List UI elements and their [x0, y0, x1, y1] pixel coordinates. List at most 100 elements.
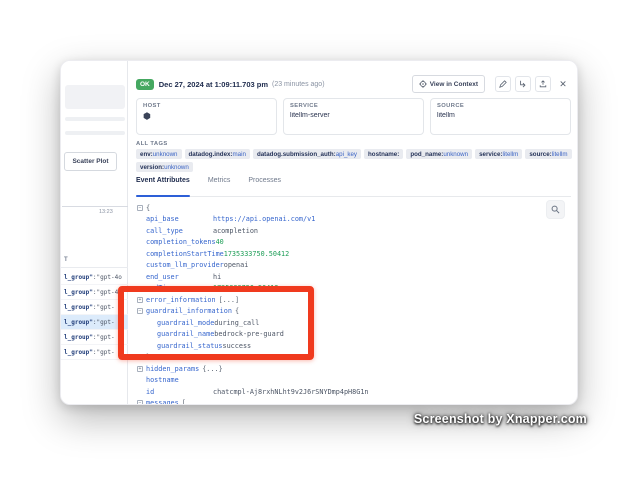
card-label: SOURCE: [437, 103, 564, 109]
crosshair-icon: [419, 80, 427, 88]
host-service-source-cards: HOST ⬢ SERVICElitellm-server SOURCE litellm: [136, 98, 571, 135]
background-bar: [65, 131, 125, 135]
tag-pill[interactable]: version:unknown: [136, 162, 193, 172]
timeline-tick-label: 13:23: [99, 209, 113, 215]
log-row-value: :"gpt-: [93, 334, 115, 341]
collapse-box-icon[interactable]: −: [137, 205, 143, 211]
tab-processes[interactable]: Processes: [248, 177, 281, 196]
attribute-row[interactable]: hostname: [137, 375, 567, 387]
attribute-value[interactable]: 1735333750.50412: [224, 250, 289, 258]
tag-pill[interactable]: datadog.index:main: [185, 149, 250, 159]
tag-value: unknown: [164, 164, 189, 171]
export-icon: [539, 80, 547, 88]
attribute-key[interactable]: messages: [146, 399, 179, 405]
attribute-row[interactable]: api_basehttps://api.openai.com/v1: [137, 214, 567, 226]
related-data-button[interactable]: [515, 76, 531, 92]
open-brace: {: [146, 204, 150, 212]
export-button[interactable]: [535, 76, 551, 92]
tag-value: unknown: [443, 151, 468, 158]
attribute-row[interactable]: call_typeacompletion: [137, 225, 567, 237]
tag-value: litellm: [552, 151, 568, 158]
attribute-row[interactable]: idchatcmpl-Aj8rxhNLht9v2J6rSNYDmp4pH8G1n: [137, 386, 567, 398]
card-value: litellm-server: [290, 112, 417, 119]
attribute-value[interactable]: acompletion: [213, 227, 258, 235]
log-row-value: :"gpt-: [93, 304, 115, 311]
tag-list: env:unknowndatadog.index:maindatadog.sub…: [136, 149, 576, 172]
view-in-context-label: View in Context: [430, 81, 478, 88]
log-row-key: l_group": [64, 319, 93, 326]
collapse-box-icon[interactable]: −: [137, 400, 143, 405]
expand-box-icon[interactable]: +: [137, 366, 143, 372]
event-time-ago: (23 minutes ago): [272, 81, 325, 88]
attribute-suffix: {...}: [202, 365, 222, 373]
annotation-highlight-box: [118, 286, 314, 360]
log-row[interactable]: l_group":"gpt-4o: [61, 270, 128, 285]
background-block: [65, 85, 125, 109]
tag-key: datadog.submission_auth:: [257, 151, 336, 158]
attribute-row[interactable]: +hidden_params{...}: [137, 363, 567, 375]
attribute-key[interactable]: call_type: [146, 227, 213, 235]
attribute-row[interactable]: completion_tokens40: [137, 237, 567, 249]
view-in-context-button[interactable]: View in Context: [412, 75, 485, 93]
background-bar: [65, 117, 125, 121]
info-card[interactable]: SERVICElitellm-server: [283, 98, 424, 135]
attribute-value[interactable]: chatcmpl-Aj8rxhNLht9v2J6rSNYDmp4pH8G1n: [213, 388, 369, 396]
tab-metrics[interactable]: Metrics: [208, 177, 231, 196]
card-value: litellm: [437, 112, 564, 119]
attribute-key[interactable]: custom_llm_provider: [146, 261, 224, 269]
edit-button[interactable]: [495, 76, 511, 92]
attribute-key[interactable]: completionStartTime: [146, 250, 224, 258]
attribute-row[interactable]: −messages[: [137, 398, 567, 406]
log-row-key: l_group": [64, 289, 93, 296]
event-header: OK Dec 27, 2024 at 1:09:11.703 pm (23 mi…: [136, 74, 571, 94]
attribute-row[interactable]: custom_llm_provideropenai: [137, 260, 567, 272]
tag-pill[interactable]: pod_name:unknown: [406, 149, 472, 159]
tag-pill[interactable]: env:unknown: [136, 149, 182, 159]
tag-pill[interactable]: datadog.submission_auth:api_key: [253, 149, 361, 159]
scatter-plot-button[interactable]: Scatter Plot: [64, 152, 117, 171]
card-value: ⬢: [143, 112, 270, 121]
attribute-value[interactable]: https://api.openai.com/v1: [213, 215, 315, 223]
all-tags-label: ALL TAGS: [136, 141, 168, 147]
card-label: HOST: [143, 103, 270, 109]
attribute-key[interactable]: hidden_params: [146, 365, 199, 373]
tag-key: service:: [479, 151, 502, 158]
attribute-suffix: [: [182, 399, 186, 405]
log-row-key: l_group": [64, 334, 93, 341]
tag-key: env:: [140, 151, 153, 158]
tag-key: hostname:: [368, 151, 399, 158]
attribute-key[interactable]: id: [146, 388, 213, 396]
divider: [61, 267, 128, 268]
log-row-key: l_group": [64, 349, 93, 356]
attribute-value[interactable]: 40: [216, 238, 224, 246]
attribute-value[interactable]: openai: [224, 261, 249, 269]
event-title: Dec 27, 2024 at 1:09:11.703 pm: [159, 80, 268, 89]
watermark-text: Screenshot by Xnapper.com: [414, 412, 587, 426]
log-row-key: l_group": [64, 274, 93, 281]
tag-key: version:: [140, 164, 164, 171]
attribute-key[interactable]: completion_tokens: [146, 238, 216, 246]
attribute-key[interactable]: end_user: [146, 273, 213, 281]
close-icon[interactable]: ✕: [555, 76, 571, 92]
attribute-key[interactable]: api_base: [146, 215, 213, 223]
info-card[interactable]: HOST ⬢: [136, 98, 277, 135]
panel-tabs: Event Attributes Metrics Processes: [136, 177, 571, 197]
tag-pill[interactable]: hostname:: [364, 149, 403, 159]
tag-pill[interactable]: service:litellm: [475, 149, 522, 159]
attribute-key[interactable]: hostname: [146, 376, 179, 384]
log-row-value: :"gpt-4o: [93, 274, 122, 281]
elbow-arrow-icon: [519, 80, 527, 88]
info-card[interactable]: SOURCE litellm: [430, 98, 571, 135]
tab-event-attributes[interactable]: Event Attributes: [136, 177, 190, 196]
log-row-value: :"gpt-: [93, 349, 115, 356]
tag-key: datadog.index:: [189, 151, 233, 158]
tag-value: main: [233, 151, 246, 158]
attribute-row[interactable]: −{: [137, 202, 567, 214]
tag-pill[interactable]: source:litellm: [525, 149, 571, 159]
log-row-value: :"gpt-: [93, 319, 115, 326]
attribute-value[interactable]: hi: [213, 273, 221, 281]
attribute-row[interactable]: completionStartTime1735333750.50412: [137, 248, 567, 260]
attribute-row[interactable]: end_userhi: [137, 271, 567, 283]
tag-value: litellm: [503, 151, 519, 158]
host-hexagon-icon: ⬢: [143, 112, 151, 121]
